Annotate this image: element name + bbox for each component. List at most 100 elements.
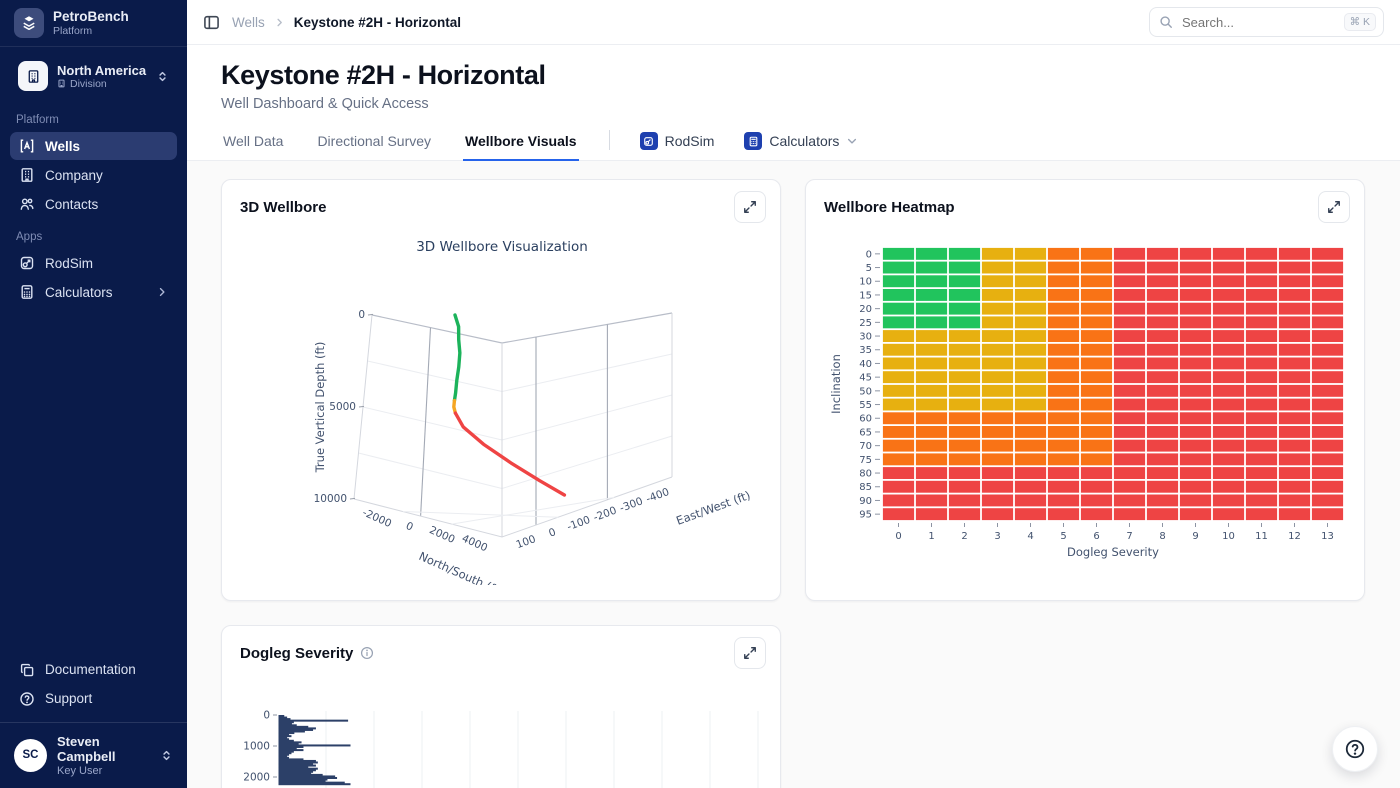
avatar: SC bbox=[14, 739, 47, 772]
page-header: Keystone #2H - Horizontal Well Dashboard… bbox=[187, 45, 1400, 125]
user-name: Steven Campbell bbox=[57, 734, 150, 765]
expand-button[interactable] bbox=[734, 637, 766, 669]
building-small-icon bbox=[57, 79, 66, 88]
svg-text:9: 9 bbox=[1192, 531, 1198, 542]
svg-text:10: 10 bbox=[1222, 531, 1235, 542]
svg-text:10000: 10000 bbox=[314, 493, 347, 505]
dogleg-bar-chart[interactable]: 010002000 bbox=[240, 677, 764, 788]
app-tab-label: Calculators bbox=[769, 133, 839, 149]
sidebar-item-wells[interactable]: Wells bbox=[10, 132, 177, 160]
breadcrumb-current: Keystone #2H - Horizontal bbox=[294, 15, 461, 30]
user-menu[interactable]: SC Steven Campbell Key User bbox=[0, 722, 187, 788]
tab-directional-survey[interactable]: Directional Survey bbox=[315, 126, 433, 161]
maximize-icon bbox=[1327, 200, 1341, 214]
tab-bar: Well Data Directional Survey Wellbore Vi… bbox=[187, 125, 1400, 161]
breadcrumb-parent[interactable]: Wells bbox=[232, 15, 265, 30]
panel-title: Wellbore Heatmap bbox=[824, 199, 955, 216]
brand-subtitle: Platform bbox=[53, 25, 129, 37]
svg-text:East/West (ft): East/West (ft) bbox=[674, 488, 752, 528]
svg-text:3: 3 bbox=[994, 531, 1000, 542]
expand-button[interactable] bbox=[1318, 191, 1350, 223]
sidebar-item-calculators[interactable]: Calculators bbox=[10, 278, 177, 306]
svg-text:2: 2 bbox=[961, 531, 967, 542]
sidebar-footer: Documentation Support bbox=[0, 651, 187, 722]
svg-text:35: 35 bbox=[859, 345, 872, 356]
svg-text:45: 45 bbox=[859, 373, 872, 384]
svg-text:-200: -200 bbox=[592, 505, 619, 524]
svg-text:0: 0 bbox=[358, 309, 365, 321]
svg-text:True Vertical Depth (ft): True Vertical Depth (ft) bbox=[313, 342, 327, 474]
svg-text:12: 12 bbox=[1288, 531, 1301, 542]
svg-text:North/South (ft): North/South (ft) bbox=[417, 549, 505, 585]
expand-button[interactable] bbox=[734, 191, 766, 223]
svg-text:3D Wellbore Visualization: 3D Wellbore Visualization bbox=[416, 239, 588, 255]
petrobench-logo-icon bbox=[14, 8, 44, 38]
svg-text:15: 15 bbox=[859, 290, 872, 301]
svg-text:Inclination: Inclination bbox=[829, 354, 843, 414]
topbar: Wells Keystone #2H - Horizontal ⌘ K bbox=[187, 0, 1400, 45]
brand[interactable]: PetroBench Platform bbox=[0, 0, 187, 47]
svg-text:-2000: -2000 bbox=[361, 507, 394, 530]
svg-text:25: 25 bbox=[859, 318, 872, 329]
svg-text:5: 5 bbox=[866, 263, 872, 274]
sidebar-item-rodsim[interactable]: RodSim bbox=[10, 249, 177, 277]
tab-wellbore-visuals[interactable]: Wellbore Visuals bbox=[463, 126, 579, 161]
chevron-updown-icon bbox=[156, 70, 169, 83]
svg-text:-100: -100 bbox=[565, 514, 592, 533]
division-selector[interactable]: North American Operations Division bbox=[12, 56, 175, 96]
documentation-icon bbox=[19, 662, 35, 678]
info-icon[interactable] bbox=[360, 646, 374, 660]
svg-text:6: 6 bbox=[1093, 531, 1099, 542]
sidebar-item-company[interactable]: Company bbox=[10, 161, 177, 189]
svg-text:4: 4 bbox=[1027, 531, 1033, 542]
app-tab-label: RodSim bbox=[665, 133, 715, 149]
sidebar-item-label: RodSim bbox=[45, 256, 93, 271]
svg-text:5000: 5000 bbox=[329, 401, 356, 413]
svg-text:1: 1 bbox=[928, 531, 934, 542]
svg-text:-400: -400 bbox=[644, 486, 671, 505]
svg-text:2000: 2000 bbox=[427, 524, 456, 546]
tab-divider bbox=[609, 130, 610, 150]
company-icon bbox=[19, 167, 35, 183]
app-root: PetroBench Platform North American Opera… bbox=[0, 0, 1400, 788]
svg-text:2000: 2000 bbox=[243, 772, 270, 784]
svg-text:40: 40 bbox=[859, 359, 872, 370]
page-subtitle: Well Dashboard & Quick Access bbox=[221, 96, 1366, 112]
chevron-right-icon bbox=[156, 286, 168, 298]
search-input[interactable] bbox=[1180, 14, 1337, 31]
panel-title: Dogleg Severity bbox=[240, 645, 353, 662]
rodsim-icon bbox=[19, 255, 35, 271]
svg-text:7: 7 bbox=[1126, 531, 1132, 542]
heatmap-plot[interactable]: 0510152025303540455055606570758085909501… bbox=[824, 239, 1348, 579]
wellbore-3d-plot[interactable]: 3D Wellbore Visualization 0 5000 10000 True … bbox=[240, 225, 764, 585]
sidebar-item-support[interactable]: Support bbox=[10, 685, 177, 713]
svg-text:0: 0 bbox=[404, 520, 415, 534]
sidebar-toggle-icon[interactable] bbox=[203, 14, 220, 31]
chevron-updown-icon bbox=[160, 749, 173, 762]
sidebar-item-label: Calculators bbox=[45, 285, 113, 300]
tab-well-data[interactable]: Well Data bbox=[221, 126, 285, 161]
building-icon bbox=[18, 61, 48, 91]
sidebar-item-contacts[interactable]: Contacts bbox=[10, 190, 177, 218]
svg-text:70: 70 bbox=[859, 441, 872, 452]
svg-text:20: 20 bbox=[859, 304, 872, 315]
maximize-icon bbox=[743, 646, 757, 660]
search-icon bbox=[1159, 15, 1173, 29]
help-button[interactable] bbox=[1332, 726, 1378, 772]
sidebar-item-documentation[interactable]: Documentation bbox=[10, 656, 177, 684]
brand-name: PetroBench bbox=[53, 9, 129, 25]
svg-text:0: 0 bbox=[895, 531, 901, 542]
svg-text:11: 11 bbox=[1255, 531, 1268, 542]
panel-title: 3D Wellbore bbox=[240, 199, 326, 216]
tab-rodsim[interactable]: RodSim bbox=[640, 125, 715, 160]
page-title: Keystone #2H - Horizontal bbox=[221, 60, 1366, 91]
svg-text:0: 0 bbox=[866, 249, 872, 260]
contacts-icon bbox=[19, 196, 35, 212]
svg-text:65: 65 bbox=[859, 427, 872, 438]
svg-text:5: 5 bbox=[1060, 531, 1066, 542]
chevron-down-icon bbox=[846, 135, 858, 147]
search-box[interactable]: ⌘ K bbox=[1149, 7, 1384, 37]
help-icon bbox=[1344, 738, 1366, 760]
tab-calculators[interactable]: Calculators bbox=[744, 125, 858, 160]
user-role: Key User bbox=[57, 765, 150, 777]
